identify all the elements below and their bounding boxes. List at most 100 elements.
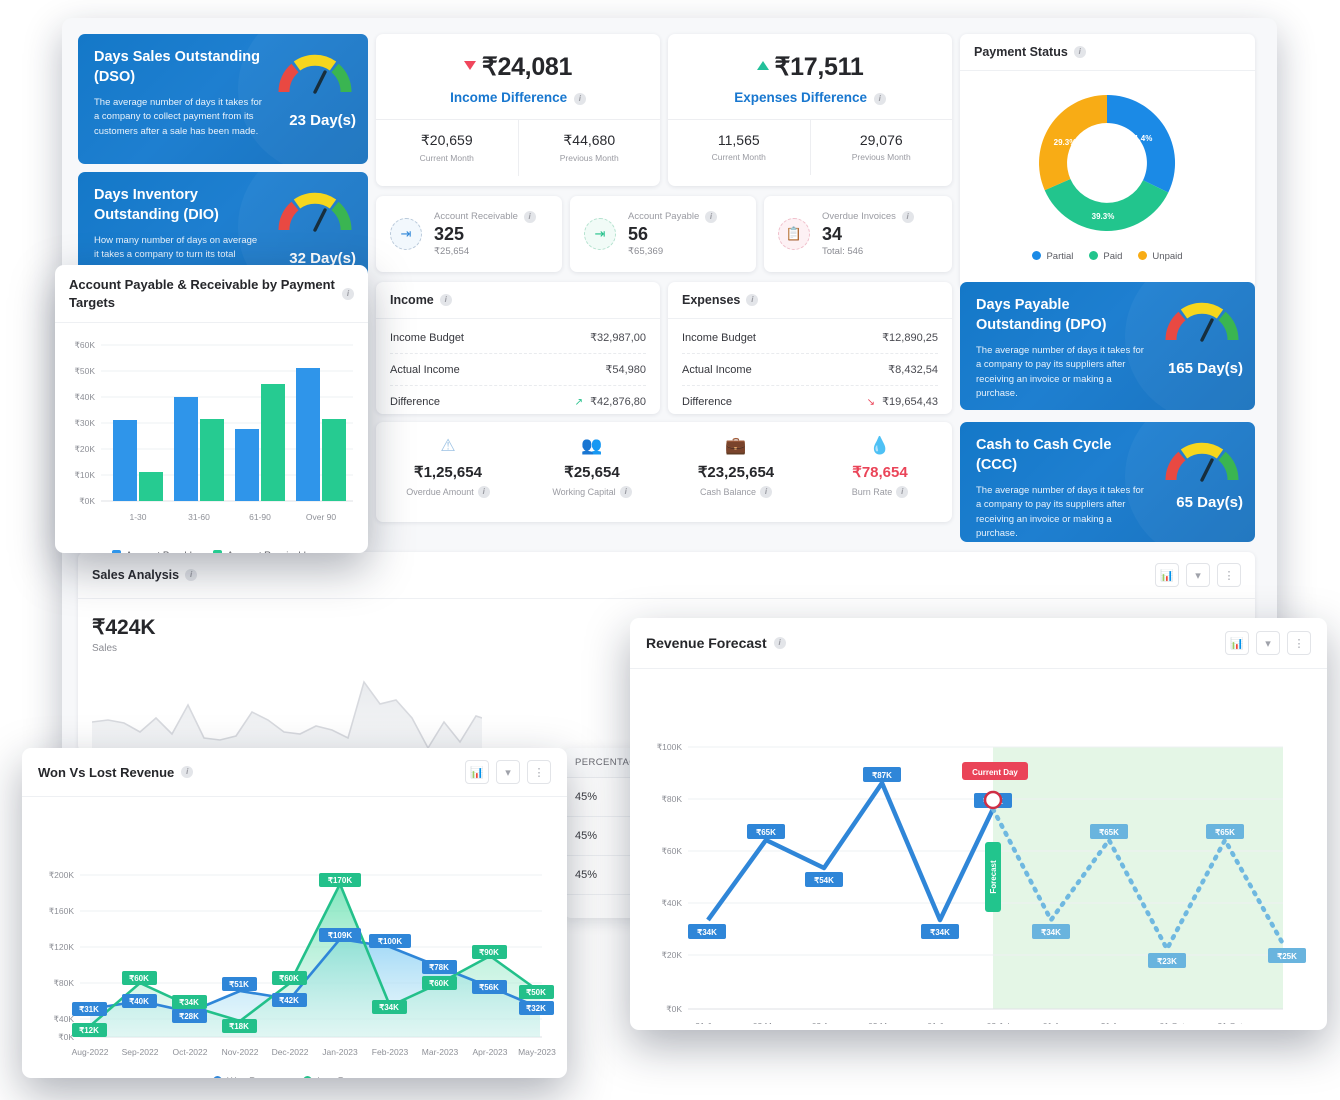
x-tick: 31-60 xyxy=(188,512,210,522)
metric-label: Working Capital xyxy=(552,487,616,497)
filter-icon[interactable]: ▾ xyxy=(496,760,520,784)
stat-card-account-receivable[interactable]: ⇥ Account Receivable i 325 ₹25,654 xyxy=(376,196,562,272)
legend-item-partial[interactable]: Partial xyxy=(1032,251,1073,262)
info-icon[interactable]: i xyxy=(1073,46,1086,58)
svg-text:₹25K: ₹25K xyxy=(1277,952,1297,961)
y-tick: ₹40K xyxy=(661,898,682,908)
previous-month-label: Previous Month xyxy=(559,153,619,163)
more-options-icon[interactable]: ⋮ xyxy=(1217,563,1241,587)
forecast-vertical-label: Forecast xyxy=(985,842,1001,912)
row-label: Actual Income xyxy=(390,363,460,376)
data-label-group: ₹34K ₹65K ₹54K ₹87K ₹34K ₹78K xyxy=(688,767,1012,939)
x-tick: Aug-2022 xyxy=(72,1047,109,1057)
legend-item-paid[interactable]: Paid xyxy=(1089,251,1122,262)
current-month-label: Current Month xyxy=(711,152,766,162)
svg-text:₹32K: ₹32K xyxy=(526,1004,546,1013)
info-icon[interactable]: i xyxy=(181,766,194,778)
stat-title: Account Receivable i xyxy=(434,211,536,223)
filter-icon[interactable]: ▾ xyxy=(1256,631,1280,655)
stat-value: 56 xyxy=(628,224,649,244)
info-icon[interactable]: i xyxy=(439,294,452,306)
x-tick: 02 May xyxy=(868,1021,897,1024)
info-icon[interactable]: i xyxy=(477,486,490,498)
chart-type-icon[interactable]: 📊 xyxy=(465,760,489,784)
more-options-icon[interactable]: ⋮ xyxy=(527,760,551,784)
panel-title: Account Payable & Receivable by Payment … xyxy=(69,277,335,310)
stat-value: 34 xyxy=(822,224,843,244)
info-icon[interactable]: i xyxy=(773,637,786,649)
pie-label-paid: 39.3% xyxy=(1092,212,1115,221)
metric-label-row: Cash Balance i xyxy=(664,486,808,498)
metric-label-row: Overdue Amount i xyxy=(376,486,520,498)
svg-text:₹100K: ₹100K xyxy=(378,937,402,946)
row-value: ₹42,876,80 xyxy=(590,396,646,408)
x-tick: Apr-2023 xyxy=(473,1047,508,1057)
x-tick: 02 Jul xyxy=(987,1021,1010,1024)
info-icon[interactable]: i xyxy=(746,294,759,306)
svg-text:₹65K: ₹65K xyxy=(1215,828,1235,837)
svg-text:₹56K: ₹56K xyxy=(479,983,499,992)
stat-card-account-payable[interactable]: ⇥ Account Payable i 56 ₹65,369 xyxy=(570,196,756,272)
info-icon[interactable]: i xyxy=(873,93,886,105)
expenses-difference-amount: ₹17,511 xyxy=(668,52,952,82)
info-icon[interactable]: i xyxy=(704,211,717,223)
expenses-difference-footer: 11,565 Current Month 29,076 Previous Mon… xyxy=(668,119,952,175)
sales-analysis-title-group: Sales Analysis i xyxy=(92,568,198,582)
revenue-forecast-title-group: Revenue Forecast i xyxy=(646,635,786,651)
row-label: Difference xyxy=(390,395,440,408)
bar-payable xyxy=(113,420,137,502)
svg-text:₹34K: ₹34K xyxy=(930,928,950,937)
kpi-card-ccc[interactable]: Cash to Cash Cycle (CCC) The average num… xyxy=(960,422,1255,542)
info-icon[interactable]: i xyxy=(573,93,586,105)
x-tick: Jan-2023 xyxy=(322,1047,358,1057)
income-difference-label: Income Difference i xyxy=(376,90,660,105)
y-tick: ₹0K xyxy=(666,1004,682,1014)
gauge-icon xyxy=(278,50,352,96)
won-vs-lost-header: Won Vs Lost Revenue i 📊 ▾ ⋮ xyxy=(22,748,567,797)
svg-text:₹40K: ₹40K xyxy=(129,997,149,1006)
won-vs-lost-tools: 📊 ▾ ⋮ xyxy=(465,760,551,784)
svg-text:₹65K: ₹65K xyxy=(756,828,776,837)
fin-row: Difference ↘ ₹19,654,43 xyxy=(682,385,938,417)
legend-item-won-revenue[interactable]: Won Revenue xyxy=(213,1076,287,1078)
expenses-rows: Income Budget ₹12,890,25 Actual Income ₹… xyxy=(668,319,952,423)
kpi-title: Days Sales Outstanding (DSO) xyxy=(94,49,260,85)
info-icon[interactable]: i xyxy=(185,569,198,581)
svg-text:₹50K: ₹50K xyxy=(526,988,546,997)
kpi-desc: The average number of days it takes for … xyxy=(976,345,1144,399)
gauge-icon xyxy=(278,188,352,234)
fin-row: Difference ↗ ₹42,876,80 xyxy=(390,385,646,417)
revenue-forecast-header: Revenue Forecast i 📊 ▾ ⋮ xyxy=(630,618,1327,669)
x-tick: 1-30 xyxy=(129,512,146,522)
row-value: ₹19,654,43 xyxy=(882,396,938,408)
info-icon[interactable]: i xyxy=(760,486,773,498)
account-payable-receivable-window: Account Payable & Receivable by Payment … xyxy=(55,265,368,553)
info-icon[interactable]: i xyxy=(896,486,909,498)
legend-item-account-receivable[interactable]: Account Receivable xyxy=(213,550,311,553)
stat-card-overdue-invoices[interactable]: 📋 Overdue Invoices i 34 Total: 546 xyxy=(764,196,952,272)
info-icon[interactable]: i xyxy=(619,486,632,498)
income-difference-card[interactable]: ₹24,081 Income Difference i ₹20,659 Curr… xyxy=(376,34,660,186)
filter-icon[interactable]: ▾ xyxy=(1186,563,1210,587)
legend-item-unpaid[interactable]: Unpaid xyxy=(1138,251,1183,262)
kpi-card-dso[interactable]: Days Sales Outstanding (DSO) The average… xyxy=(78,34,368,164)
svg-text:Forecast: Forecast xyxy=(989,860,998,894)
info-icon[interactable]: i xyxy=(523,211,536,223)
legend-item-lost-revenue[interactable]: Lost Revenue xyxy=(303,1076,376,1078)
more-options-icon[interactable]: ⋮ xyxy=(1287,631,1311,655)
info-icon[interactable]: i xyxy=(342,287,354,300)
stat-body: Overdue Invoices i 34 Total: 546 xyxy=(822,211,914,257)
row-label: Difference xyxy=(682,395,732,408)
svg-text:₹34K: ₹34K xyxy=(1041,928,1061,937)
expenses-difference-card[interactable]: ₹17,511 Expenses Difference i 11,565 Cur… xyxy=(668,34,952,186)
bar-receivable xyxy=(200,419,224,502)
kpi-card-dpo[interactable]: Days Payable Outstanding (DPO) The avera… xyxy=(960,282,1255,410)
metric-working-capital: 👥 ₹25,654 Working Capital i xyxy=(520,436,664,510)
svg-text:₹60K: ₹60K xyxy=(129,974,149,983)
won-vs-lost-legend: Won Revenue Lost Revenue xyxy=(22,1076,567,1078)
panel-title: Income xyxy=(390,293,434,307)
chart-type-icon[interactable]: 📊 xyxy=(1155,563,1179,587)
legend-item-account-payable[interactable]: Account Payable xyxy=(111,550,197,553)
info-icon[interactable]: i xyxy=(901,211,914,223)
chart-type-icon[interactable]: 📊 xyxy=(1225,631,1249,655)
